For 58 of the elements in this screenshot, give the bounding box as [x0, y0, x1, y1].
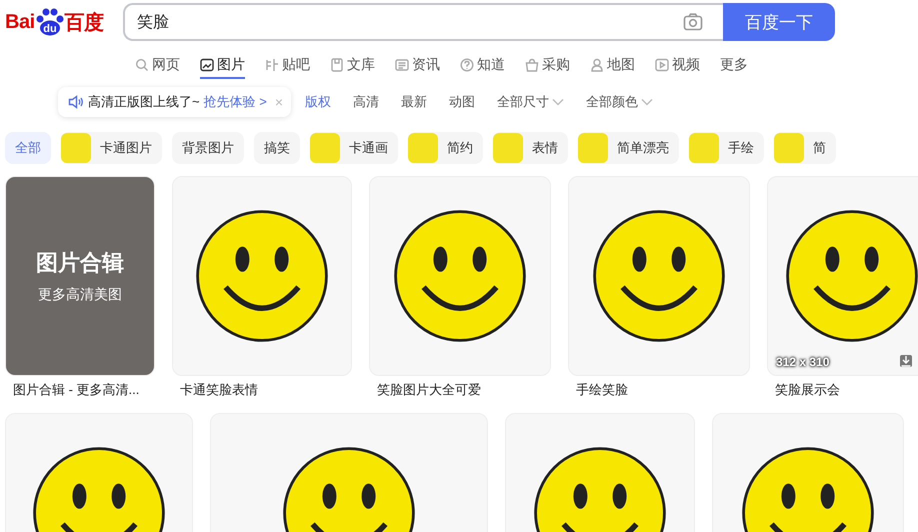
nav-tab[interactable]: 贴吧 [265, 53, 310, 79]
basket-icon [525, 58, 539, 72]
image-size: 312 x 310 [776, 355, 830, 369]
nav-tab[interactable]: 采购 [525, 53, 570, 79]
nav-tab[interactable]: 更多 [720, 53, 748, 79]
album-subtitle: 更多高清美图 [38, 286, 122, 304]
album-title: 图片合辑 [36, 249, 124, 277]
tag-chip[interactable]: 表情 [493, 132, 568, 164]
speaker-icon [68, 95, 84, 109]
album-card[interactable]: 图片合辑 更多高清美图 [5, 176, 155, 376]
filter-option[interactable]: 动图 [449, 93, 475, 111]
tag-chip[interactable]: 简单漂亮 [578, 132, 679, 164]
filter-option[interactable]: 全部颜色 [586, 93, 653, 111]
image-thumbnail[interactable] [172, 176, 352, 376]
image-caption[interactable]: 笑脸展示会 [767, 376, 918, 401]
filter-option[interactable]: 版权 [305, 93, 331, 111]
search-icon [135, 58, 149, 72]
logo-text: Bai [5, 10, 35, 34]
tag-chip[interactable]: 卡通图片 [61, 132, 162, 164]
image-caption[interactable]: 笑脸图片大全可爱 [369, 376, 551, 401]
video-icon [655, 58, 669, 72]
nav-tab[interactable]: 知道 [460, 53, 505, 79]
image-caption[interactable]: 卡通笑脸表情 [172, 376, 352, 401]
logo-text: 百度 [64, 10, 104, 36]
question-icon [460, 58, 474, 72]
nav-tab[interactable]: 网页 [135, 53, 180, 79]
image-thumbnail[interactable]: 312 x 310 [767, 176, 918, 376]
try-link[interactable]: 抢先体验 > [204, 93, 267, 111]
tag-chip[interactable]: 简约 [408, 132, 483, 164]
person-icon [590, 58, 604, 72]
nav-tab[interactable]: 视频 [655, 53, 700, 79]
notice-text: 高清正版图上线了~ [88, 93, 200, 111]
news-icon [395, 58, 409, 72]
tag-chip[interactable]: 背景图片 [172, 132, 244, 164]
filter-option[interactable]: 最新 [401, 93, 427, 111]
camera-icon[interactable] [683, 13, 703, 31]
tieba-icon [265, 58, 279, 72]
tag-chip[interactable]: 手绘 [689, 132, 764, 164]
filter-option[interactable]: 高清 [353, 93, 379, 111]
image-caption[interactable]: 手绘笑脸 [568, 376, 750, 401]
image-thumbnail[interactable] [369, 176, 551, 376]
tag-chip[interactable]: 简 [774, 132, 836, 164]
image-caption[interactable]: 图片合辑 - 更多高清... [5, 376, 155, 401]
image-icon [200, 58, 214, 72]
image-thumbnail[interactable] [568, 176, 750, 376]
nav-tab[interactable]: 资讯 [395, 53, 440, 79]
filter-option[interactable]: 全部尺寸 [497, 93, 564, 111]
download-icon[interactable] [900, 355, 912, 367]
nav-tab[interactable]: 图片 [200, 53, 245, 79]
paw-logo: du [36, 8, 64, 36]
document-icon [330, 58, 344, 72]
nav-tab[interactable]: 文库 [330, 53, 375, 79]
tag-chip[interactable]: 卡通画 [310, 132, 398, 164]
search-button[interactable]: 百度一下 [723, 3, 835, 41]
tag-chip[interactable]: 搞笑 [254, 132, 300, 164]
search-field[interactable]: 笑脸 [123, 3, 723, 41]
nav-tab[interactable]: 地图 [590, 53, 635, 79]
tag-chip[interactable]: 全部 [5, 132, 51, 164]
